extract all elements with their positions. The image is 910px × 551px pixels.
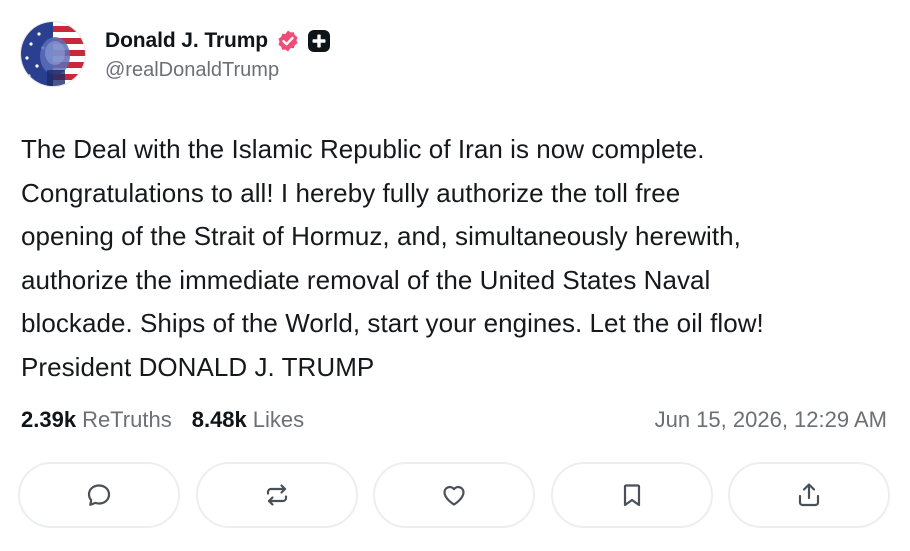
- retruths-stat[interactable]: 2.39k ReTruths: [21, 407, 172, 433]
- display-name[interactable]: Donald J. Trump: [105, 29, 268, 53]
- author-info: Donald J. Trump @realDonaldTrump: [105, 26, 331, 82]
- post-stats: 2.39k ReTruths 8.48k Likes Jun 15, 2026,…: [21, 404, 887, 436]
- post-line: President DONALD J. TRUMP: [21, 351, 375, 382]
- reply-button[interactable]: [18, 462, 180, 528]
- retruths-count: 2.39k: [21, 407, 77, 432]
- like-icon: [443, 485, 465, 506]
- name-row: Donald J. Trump: [105, 26, 331, 56]
- retruth-icon: [266, 484, 287, 506]
- likes-count: 8.48k: [191, 407, 247, 432]
- likes-stat[interactable]: 8.48k Likes: [192, 407, 304, 433]
- post-header: Donald J. Trump @realDonaldTrump: [20, 19, 331, 89]
- share-icon: [798, 483, 820, 507]
- verified-badge-icon: [276, 29, 300, 53]
- like-button[interactable]: [373, 462, 535, 528]
- bookmark-icon: [623, 484, 640, 507]
- retruths-label: ReTruths: [82, 407, 172, 432]
- post-timestamp[interactable]: Jun 15, 2026, 12:29 AM: [655, 407, 887, 433]
- post-body: The Deal with the Islamic Republic of Ir…: [21, 128, 891, 390]
- avatar[interactable]: [20, 21, 86, 87]
- handle[interactable]: @realDonaldTrump: [105, 59, 330, 82]
- share-button[interactable]: [728, 462, 890, 528]
- post-card: Donald J. Trump @realDonaldTrump The Dea…: [0, 0, 910, 551]
- reply-icon: [87, 484, 111, 506]
- bookmark-button[interactable]: [550, 462, 713, 528]
- post-line: Congratulations to all! I hereby fully a…: [21, 177, 681, 208]
- retruth-button[interactable]: [195, 462, 358, 528]
- action-bar: [18, 462, 890, 530]
- post-line: blockade. Ships of the World, start your…: [21, 308, 764, 339]
- likes-label: Likes: [252, 407, 305, 432]
- post-line: authorize the immediate removal of the U…: [21, 264, 711, 295]
- post-line: opening of the Strait of Hormuz, and, si…: [21, 221, 741, 252]
- plus-badge-icon: [308, 30, 331, 52]
- post-line: The Deal with the Islamic Republic of Ir…: [21, 134, 705, 164]
- avatar-image: [21, 22, 85, 86]
